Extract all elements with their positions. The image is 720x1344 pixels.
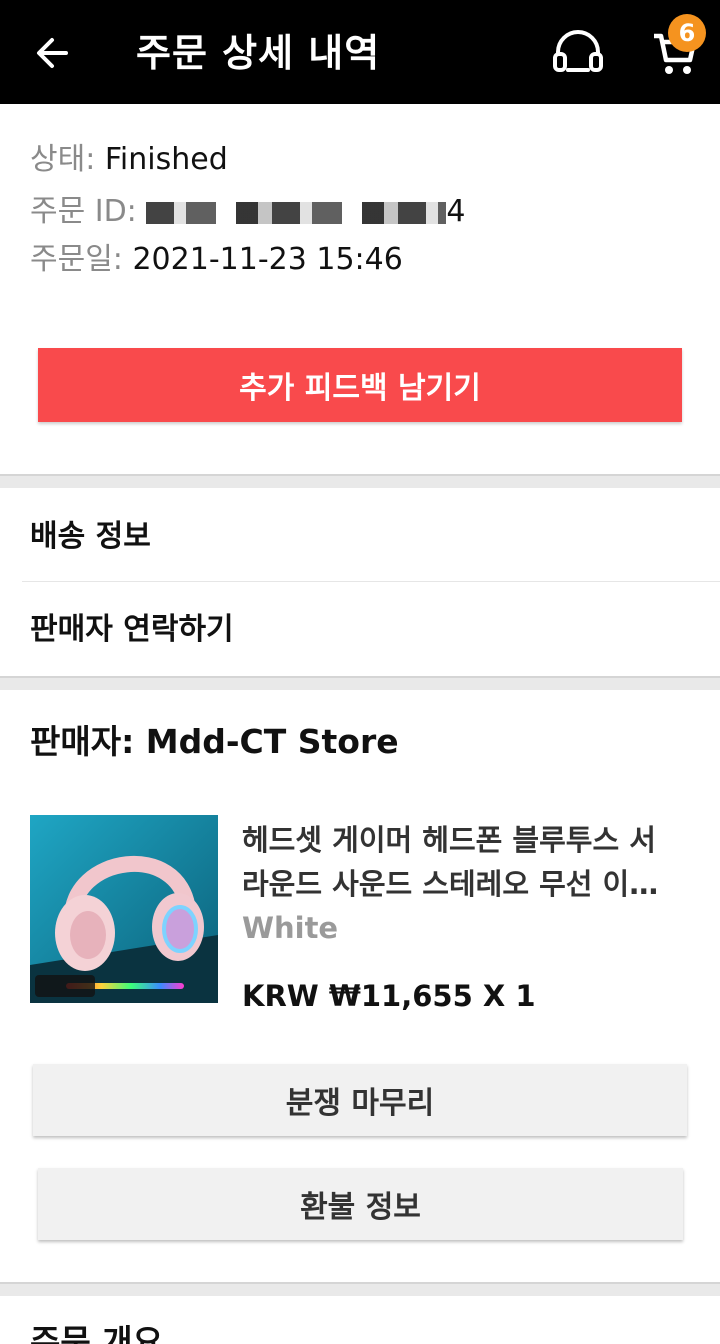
order-summary-heading: 주문 개요 — [30, 1322, 163, 1344]
section-divider — [0, 474, 720, 488]
order-id: 주문 ID: 4 — [30, 192, 465, 232]
status-label: 상태: — [30, 142, 96, 177]
order-id-redacted — [146, 201, 447, 224]
order-status: 상태: Finished — [30, 140, 228, 180]
seller-name[interactable]: 판매자: Mdd-CT Store — [30, 720, 399, 764]
order-links-section: 배송 정보 판매자 연락하기 — [0, 488, 720, 676]
top-app-bar: 주문 상세 내역 6 — [0, 0, 720, 104]
order-id-suffix: 4 — [446, 194, 466, 229]
headphones-photo — [30, 815, 218, 1003]
row-divider — [22, 581, 720, 582]
product-variant: White — [242, 911, 339, 945]
arrow-left-icon — [37, 38, 68, 68]
customer-service-button[interactable] — [548, 26, 608, 80]
refund-info-button[interactable]: 환불 정보 — [38, 1168, 683, 1240]
product-image[interactable] — [30, 815, 218, 1003]
shipping-info-link[interactable]: 배송 정보 — [30, 517, 151, 557]
page-title: 주문 상세 내역 — [136, 31, 381, 75]
section-divider — [0, 1282, 720, 1296]
back-button[interactable] — [26, 26, 80, 80]
order-date-value: 2021-11-23 15:46 — [132, 242, 403, 277]
order-date-label: 주문일: — [30, 242, 123, 277]
contact-seller-link[interactable]: 판매자 연락하기 — [30, 610, 234, 650]
status-value: Finished — [104, 142, 228, 177]
cart-count-badge: 6 — [668, 14, 706, 52]
order-id-label: 주문 ID: — [30, 194, 137, 229]
section-divider — [0, 676, 720, 690]
order-date: 주문일: 2021-11-23 15:46 — [30, 240, 403, 280]
close-dispute-button[interactable]: 분쟁 마무리 — [33, 1064, 687, 1136]
leave-feedback-button[interactable]: 추가 피드백 남기기 — [38, 348, 682, 422]
product-title[interactable]: 헤드셋 게이머 헤드폰 블루투스 서라운드 사운드 스테레오 무선 이어폰 — [242, 818, 682, 906]
product-price: KRW ₩11,655 X 1 — [242, 979, 536, 1013]
headset-icon — [553, 30, 603, 72]
